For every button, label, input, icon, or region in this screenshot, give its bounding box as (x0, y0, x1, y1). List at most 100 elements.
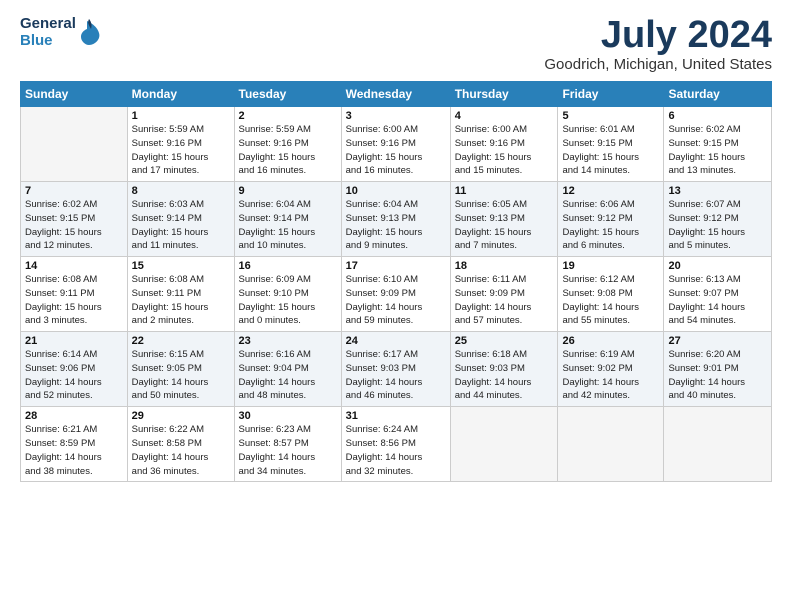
day-number: 31 (346, 410, 446, 422)
table-row: 4Sunrise: 6:00 AMSunset: 9:16 PMDaylight… (450, 107, 558, 182)
day-info: Sunrise: 6:13 AMSunset: 9:07 PMDaylight:… (668, 273, 767, 328)
day-number: 29 (132, 410, 230, 422)
day-info: Sunrise: 6:00 AMSunset: 9:16 PMDaylight:… (346, 123, 446, 178)
table-row: 10Sunrise: 6:04 AMSunset: 9:13 PMDayligh… (341, 182, 450, 257)
day-info: Sunrise: 6:02 AMSunset: 9:15 PMDaylight:… (668, 123, 767, 178)
day-number: 23 (239, 335, 337, 347)
day-info: Sunrise: 6:06 AMSunset: 9:12 PMDaylight:… (562, 198, 659, 253)
day-info: Sunrise: 6:02 AMSunset: 9:15 PMDaylight:… (25, 198, 123, 253)
day-info: Sunrise: 6:04 AMSunset: 9:13 PMDaylight:… (346, 198, 446, 253)
calendar-week-row: 1Sunrise: 5:59 AMSunset: 9:16 PMDaylight… (21, 107, 772, 182)
table-row: 31Sunrise: 6:24 AMSunset: 8:56 PMDayligh… (341, 407, 450, 482)
table-row: 24Sunrise: 6:17 AMSunset: 9:03 PMDayligh… (341, 332, 450, 407)
day-number: 24 (346, 335, 446, 347)
day-info: Sunrise: 6:22 AMSunset: 8:58 PMDaylight:… (132, 423, 230, 478)
day-number: 22 (132, 335, 230, 347)
table-row: 11Sunrise: 6:05 AMSunset: 9:13 PMDayligh… (450, 182, 558, 257)
day-number: 11 (455, 185, 554, 197)
day-number: 17 (346, 260, 446, 272)
col-thursday: Thursday (450, 82, 558, 107)
table-row: 20Sunrise: 6:13 AMSunset: 9:07 PMDayligh… (664, 257, 772, 332)
day-number: 10 (346, 185, 446, 197)
table-row: 8Sunrise: 6:03 AMSunset: 9:14 PMDaylight… (127, 182, 234, 257)
day-info: Sunrise: 6:10 AMSunset: 9:09 PMDaylight:… (346, 273, 446, 328)
table-row: 1Sunrise: 5:59 AMSunset: 9:16 PMDaylight… (127, 107, 234, 182)
table-row: 17Sunrise: 6:10 AMSunset: 9:09 PMDayligh… (341, 257, 450, 332)
logo-text: General Blue (20, 16, 101, 49)
table-row: 23Sunrise: 6:16 AMSunset: 9:04 PMDayligh… (234, 332, 341, 407)
day-info: Sunrise: 6:08 AMSunset: 9:11 PMDaylight:… (25, 273, 123, 328)
day-number: 13 (668, 185, 767, 197)
page: General Blue July 2024 Goodrich, Michiga… (0, 0, 792, 612)
day-info: Sunrise: 6:08 AMSunset: 9:11 PMDaylight:… (132, 273, 230, 328)
day-number: 18 (455, 260, 554, 272)
table-row: 15Sunrise: 6:08 AMSunset: 9:11 PMDayligh… (127, 257, 234, 332)
table-row: 13Sunrise: 6:07 AMSunset: 9:12 PMDayligh… (664, 182, 772, 257)
table-row: 27Sunrise: 6:20 AMSunset: 9:01 PMDayligh… (664, 332, 772, 407)
table-row (664, 407, 772, 482)
header: General Blue July 2024 Goodrich, Michiga… (20, 16, 772, 73)
day-info: Sunrise: 6:19 AMSunset: 9:02 PMDaylight:… (562, 348, 659, 403)
day-number: 30 (239, 410, 337, 422)
day-number: 14 (25, 260, 123, 272)
day-info: Sunrise: 6:20 AMSunset: 9:01 PMDaylight:… (668, 348, 767, 403)
table-row: 22Sunrise: 6:15 AMSunset: 9:05 PMDayligh… (127, 332, 234, 407)
day-info: Sunrise: 6:21 AMSunset: 8:59 PMDaylight:… (25, 423, 123, 478)
table-row: 25Sunrise: 6:18 AMSunset: 9:03 PMDayligh… (450, 332, 558, 407)
day-info: Sunrise: 6:09 AMSunset: 9:10 PMDaylight:… (239, 273, 337, 328)
table-row: 2Sunrise: 5:59 AMSunset: 9:16 PMDaylight… (234, 107, 341, 182)
calendar-table: Sunday Monday Tuesday Wednesday Thursday… (20, 81, 772, 482)
col-friday: Friday (558, 82, 664, 107)
day-info: Sunrise: 6:24 AMSunset: 8:56 PMDaylight:… (346, 423, 446, 478)
col-saturday: Saturday (664, 82, 772, 107)
calendar-header-row: Sunday Monday Tuesday Wednesday Thursday… (21, 82, 772, 107)
table-row: 28Sunrise: 6:21 AMSunset: 8:59 PMDayligh… (21, 407, 128, 482)
day-number: 3 (346, 110, 446, 122)
table-row (558, 407, 664, 482)
day-info: Sunrise: 6:03 AMSunset: 9:14 PMDaylight:… (132, 198, 230, 253)
day-info: Sunrise: 6:16 AMSunset: 9:04 PMDaylight:… (239, 348, 337, 403)
day-number: 19 (562, 260, 659, 272)
day-number: 15 (132, 260, 230, 272)
table-row: 12Sunrise: 6:06 AMSunset: 9:12 PMDayligh… (558, 182, 664, 257)
table-row: 16Sunrise: 6:09 AMSunset: 9:10 PMDayligh… (234, 257, 341, 332)
day-number: 28 (25, 410, 123, 422)
day-number: 6 (668, 110, 767, 122)
day-info: Sunrise: 5:59 AMSunset: 9:16 PMDaylight:… (132, 123, 230, 178)
table-row: 9Sunrise: 6:04 AMSunset: 9:14 PMDaylight… (234, 182, 341, 257)
table-row: 30Sunrise: 6:23 AMSunset: 8:57 PMDayligh… (234, 407, 341, 482)
calendar-week-row: 7Sunrise: 6:02 AMSunset: 9:15 PMDaylight… (21, 182, 772, 257)
day-info: Sunrise: 5:59 AMSunset: 9:16 PMDaylight:… (239, 123, 337, 178)
table-row: 29Sunrise: 6:22 AMSunset: 8:58 PMDayligh… (127, 407, 234, 482)
day-number: 8 (132, 185, 230, 197)
day-info: Sunrise: 6:15 AMSunset: 9:05 PMDaylight:… (132, 348, 230, 403)
main-title: July 2024 (544, 16, 772, 54)
table-row: 19Sunrise: 6:12 AMSunset: 9:08 PMDayligh… (558, 257, 664, 332)
table-row (450, 407, 558, 482)
day-number: 12 (562, 185, 659, 197)
calendar-week-row: 21Sunrise: 6:14 AMSunset: 9:06 PMDayligh… (21, 332, 772, 407)
day-info: Sunrise: 6:11 AMSunset: 9:09 PMDaylight:… (455, 273, 554, 328)
col-tuesday: Tuesday (234, 82, 341, 107)
table-row (21, 107, 128, 182)
day-info: Sunrise: 6:14 AMSunset: 9:06 PMDaylight:… (25, 348, 123, 403)
day-number: 9 (239, 185, 337, 197)
subtitle: Goodrich, Michigan, United States (544, 56, 772, 73)
day-info: Sunrise: 6:23 AMSunset: 8:57 PMDaylight:… (239, 423, 337, 478)
day-info: Sunrise: 6:00 AMSunset: 9:16 PMDaylight:… (455, 123, 554, 178)
day-number: 16 (239, 260, 337, 272)
day-number: 21 (25, 335, 123, 347)
table-row: 18Sunrise: 6:11 AMSunset: 9:09 PMDayligh… (450, 257, 558, 332)
col-wednesday: Wednesday (341, 82, 450, 107)
table-row: 5Sunrise: 6:01 AMSunset: 9:15 PMDaylight… (558, 107, 664, 182)
day-info: Sunrise: 6:05 AMSunset: 9:13 PMDaylight:… (455, 198, 554, 253)
logo: General Blue (20, 16, 101, 49)
day-number: 26 (562, 335, 659, 347)
day-info: Sunrise: 6:07 AMSunset: 9:12 PMDaylight:… (668, 198, 767, 253)
day-number: 1 (132, 110, 230, 122)
table-row: 14Sunrise: 6:08 AMSunset: 9:11 PMDayligh… (21, 257, 128, 332)
title-block: July 2024 Goodrich, Michigan, United Sta… (544, 16, 772, 73)
day-number: 27 (668, 335, 767, 347)
table-row: 6Sunrise: 6:02 AMSunset: 9:15 PMDaylight… (664, 107, 772, 182)
day-info: Sunrise: 6:04 AMSunset: 9:14 PMDaylight:… (239, 198, 337, 253)
